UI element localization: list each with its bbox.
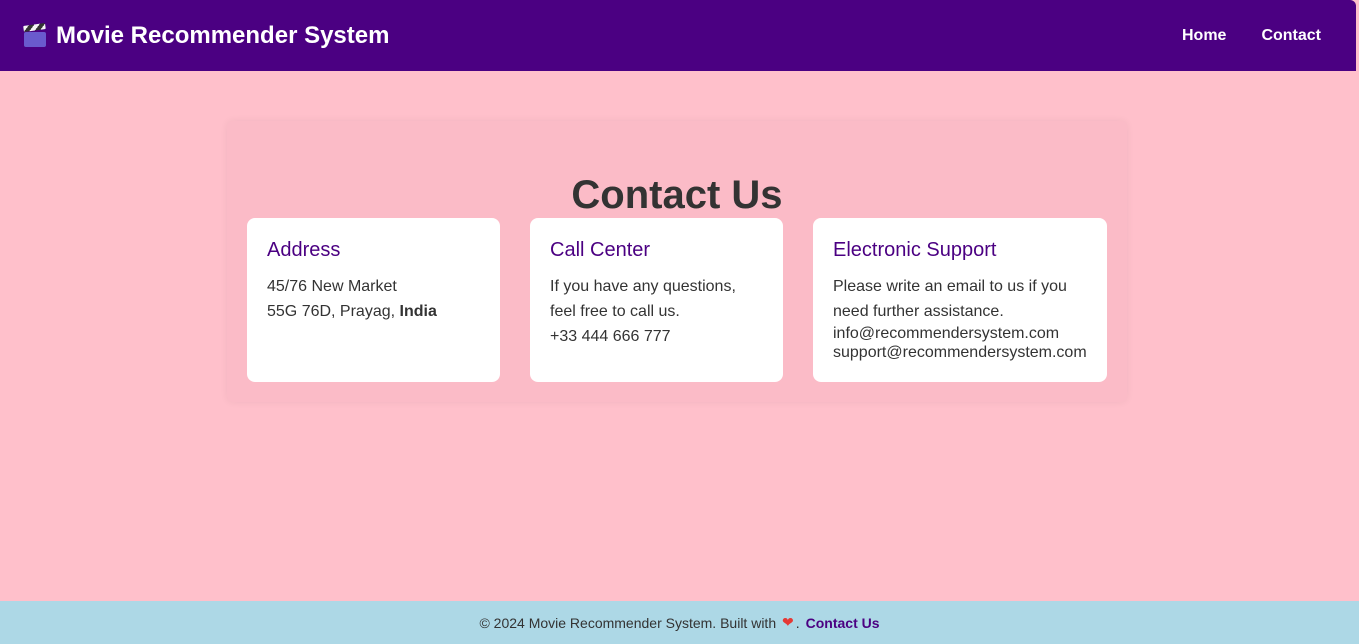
- call-center-card: Call Center If you have any questions, f…: [530, 218, 783, 382]
- footer-contact-link[interactable]: Contact Us: [806, 615, 880, 631]
- heart-icon: ❤: [778, 614, 794, 630]
- card-title: Address: [267, 239, 341, 261]
- nav-link-home[interactable]: Home: [1182, 27, 1226, 45]
- page-title: Contact Us: [571, 173, 783, 217]
- electronic-support-card: Electronic Support Please write an email…: [813, 218, 1107, 382]
- address-line-2: 55G 76D, Prayag,: [267, 303, 400, 320]
- card-title: Electronic Support: [833, 239, 997, 261]
- contact-section: Contact Us Address 45/76 New Market 55G …: [227, 121, 1127, 402]
- site-title[interactable]: Movie Recommender System: [56, 22, 389, 50]
- footer-separator: .: [795, 614, 800, 631]
- address-card: Address 45/76 New Market 55G 76D, Prayag…: [247, 218, 500, 382]
- support-description: Please write an email to us if you need …: [833, 278, 1067, 320]
- address-country: India: [399, 303, 437, 320]
- clapperboard-icon: [23, 22, 46, 47]
- card-title: Call Center: [550, 239, 651, 261]
- call-center-text: If you have any questions, feel free to …: [550, 274, 763, 349]
- address-line-1: 45/76 New Market: [267, 278, 397, 295]
- nav-link-contact[interactable]: Contact: [1261, 27, 1321, 45]
- footer-text: © 2024 Movie Recommender System. Built w…: [479, 614, 777, 631]
- support-email[interactable]: support@recommendersystem.com: [833, 343, 1087, 362]
- address-text: 45/76 New Market 55G 76D, Prayag, India: [267, 274, 480, 324]
- phone-number[interactable]: +33 444 666 777: [550, 328, 671, 345]
- brand[interactable]: Movie Recommender System: [23, 22, 389, 50]
- footer: © 2024 Movie Recommender System. Built w…: [0, 601, 1359, 644]
- nav-links: Home Contact: [1182, 27, 1332, 45]
- navbar: Movie Recommender System Home Contact: [0, 0, 1356, 71]
- info-email[interactable]: info@recommendersystem.com: [833, 324, 1087, 343]
- call-center-description: If you have any questions, feel free to …: [550, 278, 736, 320]
